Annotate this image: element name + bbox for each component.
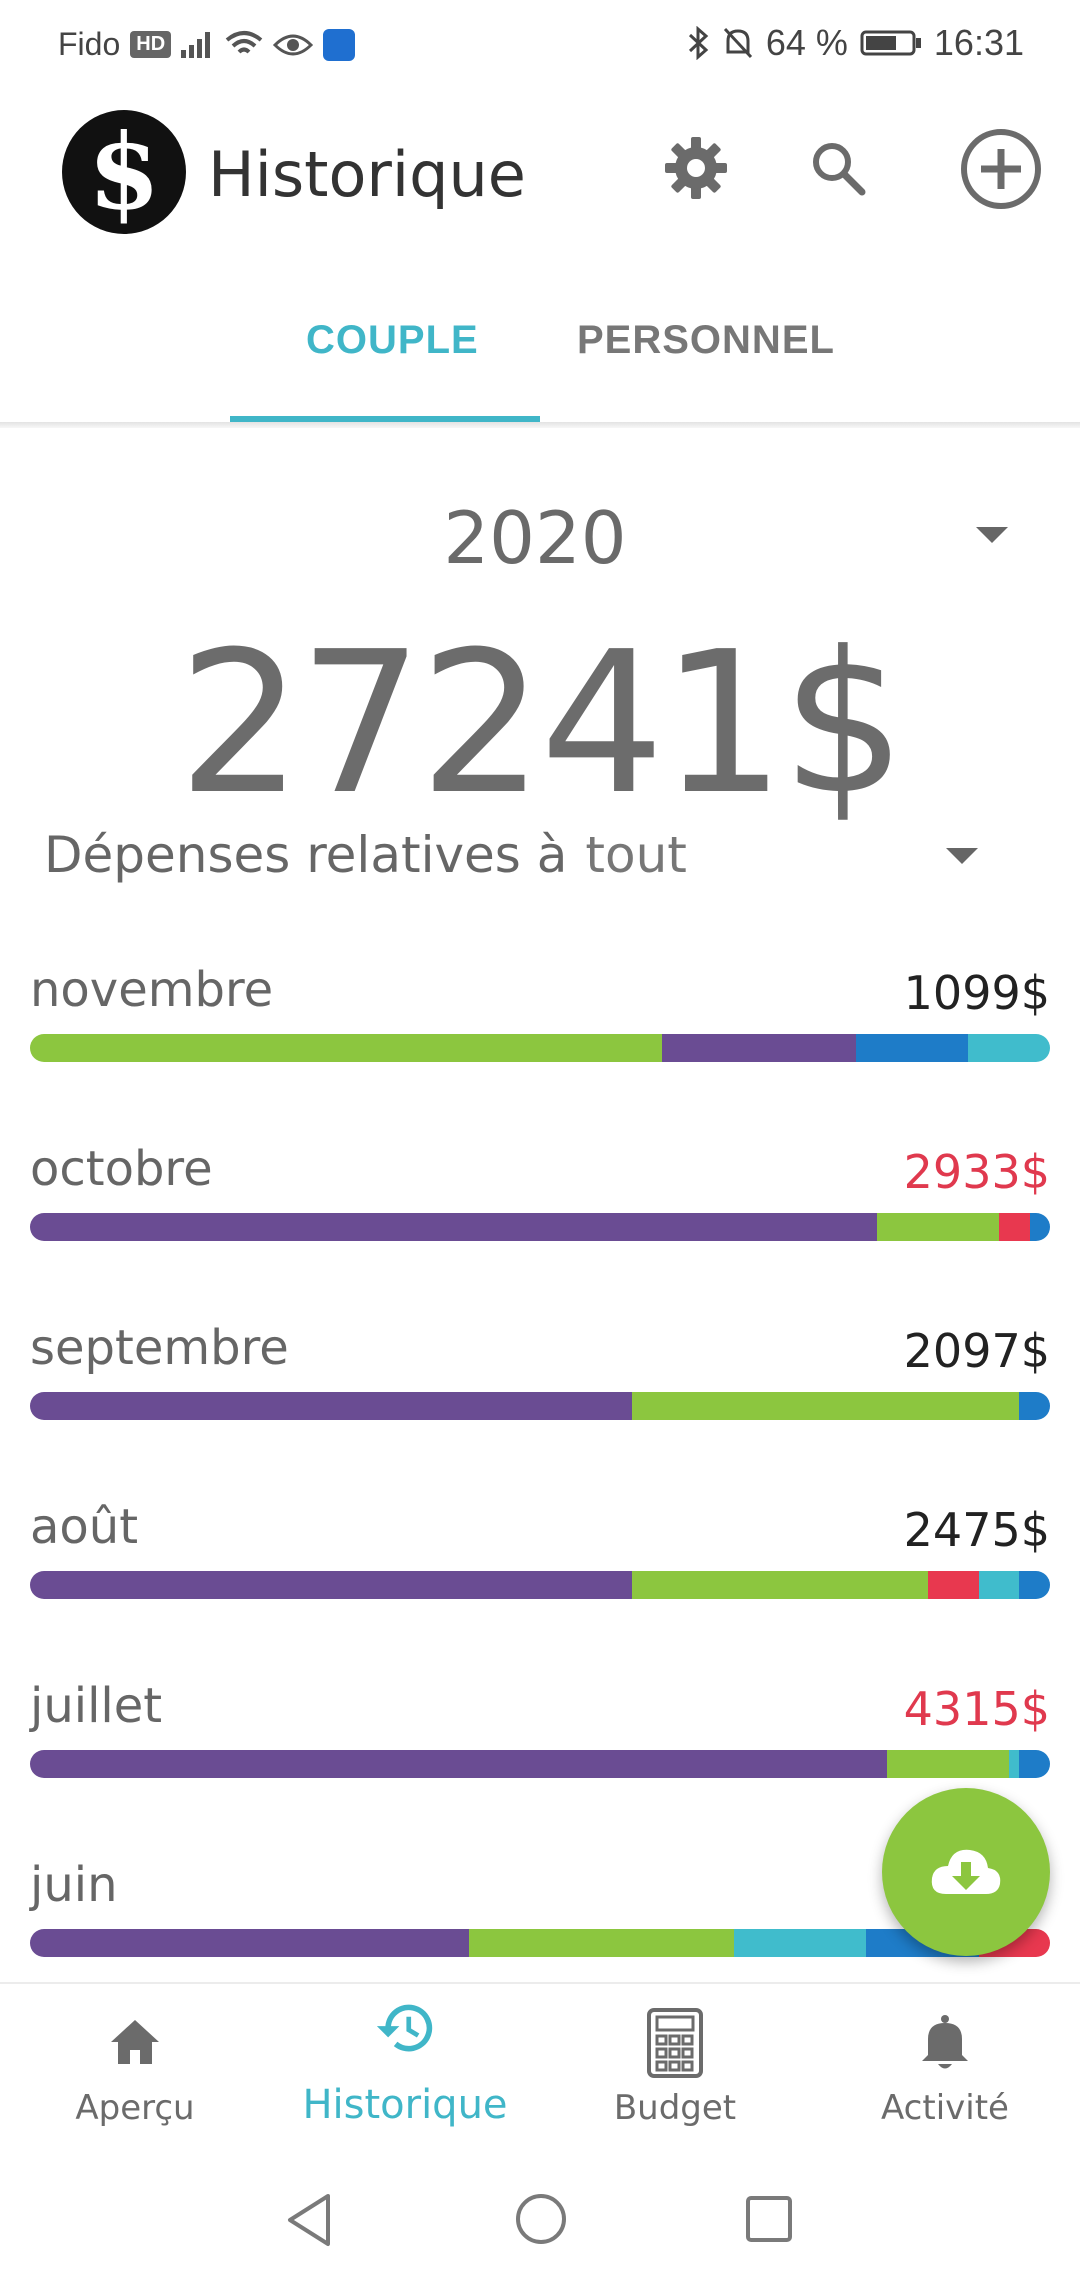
- month-bar: [30, 1213, 1050, 1241]
- add-circle-icon: [961, 129, 1041, 209]
- month-row[interactable]: septembre 2097$: [30, 1320, 1050, 1460]
- bell-muted-icon: [723, 27, 752, 59]
- bar-segment: [30, 1213, 877, 1241]
- back-icon[interactable]: [284, 2192, 334, 2248]
- bluetooth-icon: [688, 26, 709, 60]
- month-bar: [30, 1392, 1050, 1420]
- bar-segment: [30, 1929, 469, 1957]
- month-name: juin: [30, 1857, 118, 1913]
- bar-segment: [876, 1213, 999, 1241]
- system-navigation: [0, 2166, 1080, 2280]
- battery-icon: [860, 30, 921, 56]
- bar-segment: [30, 1750, 887, 1778]
- carrier-label: Fido: [58, 26, 121, 62]
- wifi-icon: [225, 30, 263, 53]
- month-amount: 4315$: [903, 1682, 1050, 1736]
- month-name: août: [30, 1499, 139, 1555]
- cloud-download-icon: [931, 1849, 1001, 1894]
- bar-segment: [1009, 1750, 1020, 1778]
- month-bar: [30, 1750, 1050, 1778]
- bar-segment: [978, 1571, 1020, 1599]
- home-icon: [105, 2012, 165, 2072]
- month-row[interactable]: août 2475$: [30, 1499, 1050, 1639]
- nav-historique[interactable]: Historique: [270, 1984, 540, 2168]
- gear-icon: [665, 137, 727, 199]
- bar-segment: [631, 1392, 1020, 1420]
- nav-budget[interactable]: Budget: [540, 1984, 810, 2168]
- tab-personnel[interactable]: PERSONNEL: [577, 318, 835, 363]
- nav-label: Activité: [881, 2088, 1009, 2128]
- relative-filter[interactable]: Dépenses relatives à tout: [44, 826, 687, 884]
- bar-segment: [856, 1034, 969, 1062]
- add-button[interactable]: [956, 124, 1046, 214]
- nav-label: Budget: [613, 2088, 737, 2128]
- total-amount: 27241$: [177, 610, 906, 838]
- status-right: 64 % 16:31: [688, 22, 1024, 64]
- status-bar: Fido HD 64 % 16:31: [0, 0, 1080, 92]
- month-amount: 2097$: [903, 1324, 1050, 1378]
- nav-activite[interactable]: Activité: [810, 1984, 1080, 2168]
- month-bar: [30, 1571, 1050, 1599]
- nav-apercu[interactable]: Aperçu: [0, 1984, 270, 2168]
- month-amount: 2475$: [903, 1503, 1050, 1557]
- relative-label: Dépenses relatives à: [44, 826, 568, 884]
- bar-segment: [1019, 1571, 1050, 1599]
- home-circle-icon[interactable]: [514, 2192, 568, 2246]
- month-bar: [30, 1929, 1050, 1957]
- export-fab[interactable]: [882, 1788, 1050, 1956]
- bar-segment: [30, 1392, 632, 1420]
- app-logo: $: [62, 110, 186, 234]
- month-row[interactable]: juillet 4315$: [30, 1678, 1050, 1818]
- month-name: novembre: [30, 962, 274, 1018]
- month-name: septembre: [30, 1320, 289, 1376]
- status-left: Fido HD: [58, 26, 356, 63]
- search-icon: [813, 143, 866, 196]
- relative-value: tout: [585, 826, 687, 884]
- bar-segment: [968, 1034, 1050, 1062]
- tabs-divider: [0, 422, 1080, 428]
- month-row[interactable]: novembre 1099$: [30, 962, 1050, 1102]
- calculator-icon: [645, 2008, 705, 2078]
- bar-segment: [30, 1571, 632, 1599]
- eye-icon: [273, 34, 314, 55]
- bar-segment: [1019, 1750, 1050, 1778]
- search-button[interactable]: [798, 128, 878, 208]
- month-amount: 1099$: [903, 966, 1050, 1020]
- clock: 16:31: [933, 22, 1024, 63]
- month-name: juillet: [30, 1678, 163, 1734]
- recents-icon[interactable]: [744, 2194, 794, 2244]
- month-amount: 2933$: [903, 1145, 1050, 1199]
- bar-segment: [1029, 1213, 1050, 1241]
- month-bar: [30, 1034, 1050, 1062]
- bottom-navigation: Aperçu Historique Budget Activité: [0, 1982, 1080, 2168]
- signal-icon: [181, 31, 211, 58]
- nav-label: Aperçu: [75, 2088, 195, 2128]
- bar-segment: [998, 1213, 1030, 1241]
- nav-label: Historique: [302, 2082, 508, 2128]
- bell-icon: [915, 2012, 975, 2072]
- bar-segment: [927, 1571, 979, 1599]
- month-row[interactable]: octobre 2933$: [30, 1141, 1050, 1281]
- bar-segment: [733, 1929, 867, 1957]
- page-title: Historique: [208, 138, 526, 211]
- year-selector[interactable]: 2020: [0, 496, 1070, 580]
- shield-icon: [323, 28, 356, 61]
- hd-badge: HD: [130, 31, 172, 58]
- bar-segment: [30, 1034, 663, 1062]
- battery-percent: 64 %: [765, 22, 848, 63]
- bar-segment: [631, 1571, 928, 1599]
- settings-button[interactable]: [656, 128, 736, 208]
- bar-segment: [468, 1929, 734, 1957]
- year-dropdown-icon[interactable]: [976, 527, 1008, 543]
- logo-glyph: $: [87, 110, 161, 233]
- history-icon: [375, 1998, 435, 2058]
- bar-segment: [662, 1034, 857, 1062]
- bar-segment: [886, 1750, 1010, 1778]
- tab-couple[interactable]: COUPLE: [306, 318, 479, 363]
- bar-segment: [1019, 1392, 1050, 1420]
- month-name: octobre: [30, 1141, 213, 1197]
- relative-dropdown-icon[interactable]: [946, 848, 978, 864]
